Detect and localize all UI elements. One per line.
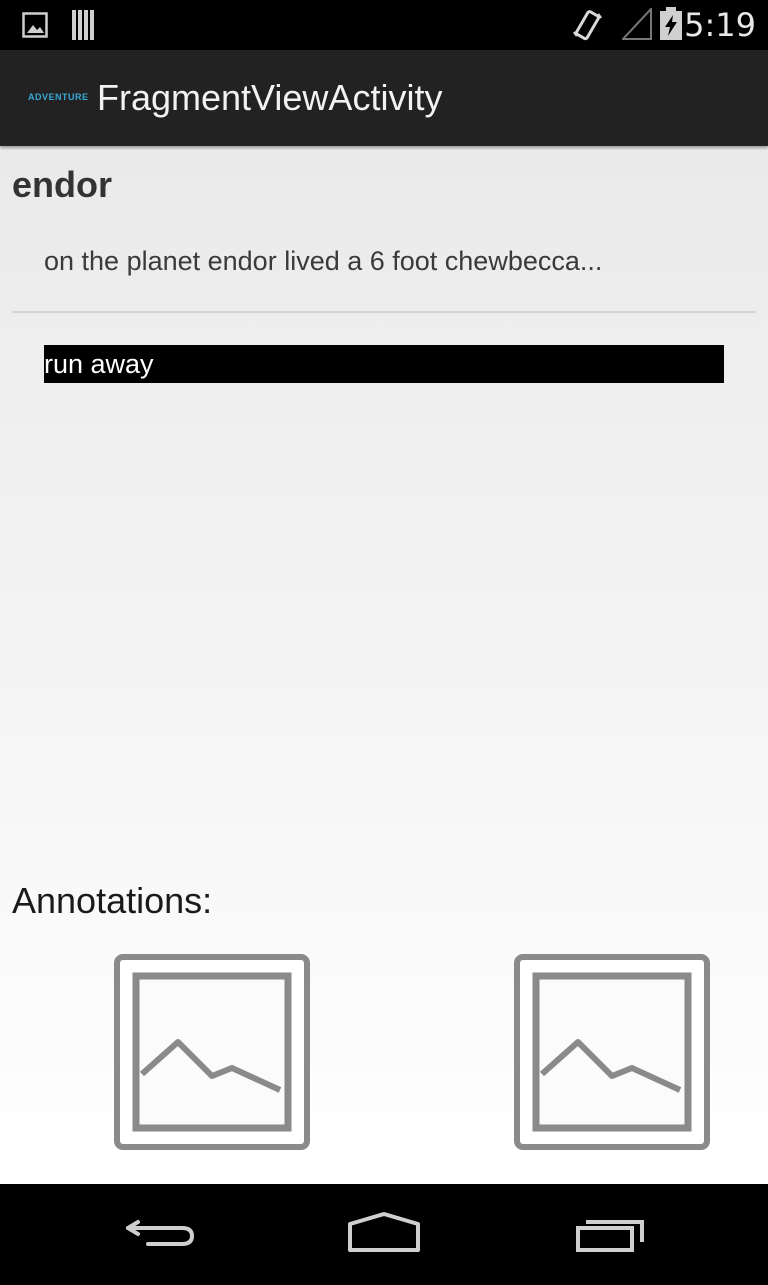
clock: 5:19 [684, 6, 756, 44]
navigation-bar [0, 1184, 768, 1280]
battery-charging-icon [660, 7, 682, 40]
back-button[interactable] [80, 1184, 240, 1280]
image-placeholder-icon [114, 954, 310, 1150]
image-notification-icon [22, 12, 48, 38]
page-title: endor [12, 164, 113, 205]
action-bar: ADVENTURE FragmentViewActivity [0, 50, 768, 146]
barcode-notification-icon [72, 10, 94, 40]
app-logo[interactable]: ADVENTURE [28, 92, 89, 102]
activity-title: FragmentViewActivity [97, 77, 443, 118]
annotation-thumbnail[interactable] [512, 952, 712, 1152]
no-signal-icon [622, 8, 652, 40]
divider [12, 311, 756, 313]
main-content: endor on the planet endor lived a 6 foot… [0, 146, 768, 1184]
annotation-thumbnail[interactable] [112, 952, 312, 1152]
story-text: on the planet endor lived a 6 foot chewb… [44, 246, 603, 276]
home-button[interactable] [304, 1184, 464, 1280]
image-placeholder-icon [514, 954, 710, 1150]
vibrate-icon [573, 10, 602, 41]
back-icon [126, 1220, 195, 1246]
recent-apps-button[interactable] [530, 1184, 690, 1280]
annotations-label: Annotations: [12, 880, 213, 921]
status-bar: 5:19 [0, 0, 768, 50]
recent-apps-icon [576, 1220, 644, 1252]
choice-button-run-away[interactable]: run away [44, 345, 724, 383]
home-icon [348, 1212, 420, 1252]
